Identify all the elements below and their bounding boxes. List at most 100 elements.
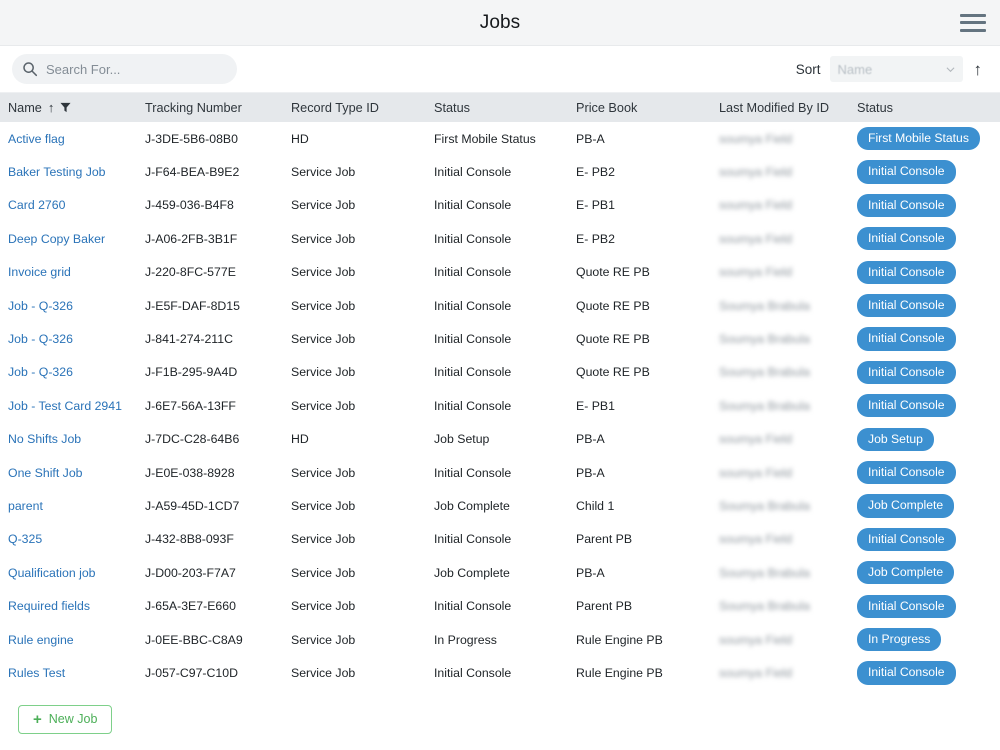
table-row[interactable]: Invoice grid J-220-8FC-577E Service Job Ini… — [0, 256, 1000, 289]
table-row[interactable]: parent J-A59-45D-1CD7 Service Job Job Compl… — [0, 489, 1000, 522]
cell-record-type-id: Service Job — [291, 298, 356, 313]
cell-record-type-id: Service Job — [291, 665, 356, 680]
toolbar: Sort Name ↑ — [0, 46, 1000, 93]
cell-last-modified-by-id: soumya Field — [719, 198, 793, 213]
job-name-link[interactable]: Deep Copy Baker — [8, 232, 105, 246]
jobs-table: Name ↑ Tracking Number Record Type ID St… — [0, 93, 1000, 688]
table-header-row: Name ↑ Tracking Number Record Type ID St… — [0, 93, 1000, 122]
job-name-link[interactable]: Job - Q-326 — [8, 365, 73, 379]
table-row[interactable]: One Shift Job J-E0E-038-8928 Service Job In… — [0, 456, 1000, 489]
cell-last-modified-by-id: soumya Field — [719, 131, 793, 146]
job-name-link[interactable]: Invoice grid — [8, 265, 71, 279]
column-header-status-badge[interactable]: Status — [857, 101, 1000, 115]
table-row[interactable]: Rule engine J-0EE-BBC-C8A9 Service Job In P… — [0, 623, 1000, 656]
column-header-record-type-id[interactable]: Record Type ID — [291, 101, 434, 115]
column-header-name[interactable]: Name ↑ — [0, 101, 145, 115]
table-body: Active flag J-3DE-5B6-08B0 HD First Mobile … — [0, 122, 1000, 688]
column-header-price-book[interactable]: Price Book — [576, 101, 719, 115]
job-name-link[interactable]: One Shift Job — [8, 466, 83, 480]
job-name-link[interactable]: No Shifts Job — [8, 432, 81, 446]
cell-last-modified-by-id: soumya Field — [719, 432, 793, 447]
column-header-tracking-number[interactable]: Tracking Number — [145, 101, 291, 115]
cell-last-modified-by-id: Soumya Brabula — [719, 599, 810, 614]
cell-status: Initial Console — [434, 332, 512, 347]
status-badge: Initial Console — [857, 227, 956, 251]
table-row[interactable]: Deep Copy Baker J-A06-2FB-3B1F Service Job… — [0, 222, 1000, 255]
status-badge: Initial Console — [857, 260, 956, 284]
cell-status-badge: Initial Console — [857, 227, 1000, 251]
new-job-button-label: New Job — [48, 712, 98, 726]
column-header-last-modified-by-id[interactable]: Last Modified By ID — [719, 101, 857, 115]
job-name-link[interactable]: Job - Test Card 2941 — [8, 399, 122, 413]
job-name-link[interactable]: Job - Q-326 — [8, 332, 73, 346]
cell-name: Qualification job — [0, 566, 145, 580]
table-row[interactable]: Rules Test J-057-C97-C10D Service Job Initi… — [0, 656, 1000, 688]
cell-price-book: Quote RE PB — [576, 332, 650, 347]
job-name-link[interactable]: Active flag — [8, 132, 65, 146]
cell-last-modified-by-id: Soumya Brabula — [719, 365, 810, 380]
arrow-up-icon[interactable]: ↑ — [48, 101, 55, 114]
cell-status: Initial Console — [434, 465, 512, 480]
cell-tracking-number: J-E5F-DAF-8D15 — [145, 298, 240, 313]
job-name-link[interactable]: Required fields — [8, 599, 90, 613]
cell-name: Card 2760 — [0, 198, 145, 212]
cell-status-badge: Initial Console — [857, 160, 1000, 184]
cell-price-book: Quote RE PB — [576, 298, 650, 313]
filter-funnel-icon[interactable] — [60, 102, 71, 113]
cell-tracking-number: J-A59-45D-1CD7 — [145, 498, 240, 513]
table-row[interactable]: Qualification job J-D00-203-F7A7 Service J… — [0, 556, 1000, 589]
table-row[interactable]: Job - Test Card 2941 J-6E7-56A-13FF Servic… — [0, 389, 1000, 422]
cell-last-modified-by-id: soumya Field — [719, 632, 793, 647]
status-badge: Initial Console — [857, 193, 956, 218]
table-row[interactable]: Active flag J-3DE-5B6-08B0 HD First Mobile … — [0, 122, 1000, 155]
cell-tracking-number: J-D00-203-F7A7 — [145, 565, 236, 580]
cell-status-badge: Job Setup — [857, 427, 1000, 451]
status-badge: First Mobile Status — [857, 127, 980, 151]
cell-price-book: E- PB2 — [576, 165, 615, 180]
cell-last-modified-by-id: Soumya Brabula — [719, 565, 810, 580]
job-name-link[interactable]: Rule engine — [8, 633, 74, 647]
status-badge: Initial Console — [857, 527, 956, 551]
job-name-link[interactable]: Card 2760 — [8, 198, 65, 212]
table-row[interactable]: Required fields J-65A-3E7-E660 Service Job… — [0, 589, 1000, 622]
job-name-link[interactable]: Q-325 — [8, 532, 42, 546]
table-row[interactable]: Job - Q-326 J-F1B-295-9A4D Service Job Init… — [0, 356, 1000, 389]
job-name-link[interactable]: Job - Q-326 — [8, 299, 73, 313]
hamburger-menu-icon[interactable] — [960, 13, 986, 33]
cell-name: One Shift Job — [0, 466, 145, 480]
table-row[interactable]: Job - Q-326 J-841-274-211C Service Job Init… — [0, 322, 1000, 355]
sort-select[interactable]: Name — [829, 56, 963, 82]
table-row[interactable]: Card 2760 J-459-036-B4F8 Service Job Initia… — [0, 189, 1000, 222]
cell-last-modified-by-id: Soumya Brabula — [719, 498, 810, 513]
cell-status-badge: Initial Console — [857, 594, 1000, 618]
job-name-link[interactable]: Baker Testing Job — [8, 165, 106, 179]
cell-price-book: Rule Engine PB — [576, 665, 663, 680]
table-row[interactable]: No Shifts Job J-7DC-C28-64B6 HD Job Setup PB… — [0, 423, 1000, 456]
sort-label: Sort — [795, 61, 821, 77]
search-input[interactable] — [46, 61, 227, 77]
sort-direction-button[interactable]: ↑ — [972, 61, 985, 78]
job-name-link[interactable]: parent — [8, 499, 43, 513]
cell-price-book: E- PB1 — [576, 198, 615, 213]
cell-price-book: Parent PB — [576, 532, 633, 547]
cell-price-book: Parent PB — [576, 599, 633, 614]
cell-name: No Shifts Job — [0, 432, 145, 446]
job-name-link[interactable]: Qualification job — [8, 566, 96, 580]
footer: + New Job — [0, 688, 1000, 750]
cell-name: Required fields — [0, 599, 145, 613]
column-header-status[interactable]: Status — [434, 101, 576, 115]
cell-status-badge: Initial Console — [857, 527, 1000, 551]
cell-price-book: PB-A — [576, 565, 605, 580]
cell-tracking-number: J-A06-2FB-3B1F — [145, 231, 238, 246]
cell-price-book: E- PB1 — [576, 398, 615, 413]
new-job-button[interactable]: + New Job — [18, 704, 113, 734]
cell-status-badge: Job Complete — [857, 561, 1000, 585]
table-row[interactable]: Q-325 J-432-8B8-093F Service Job Initial Co… — [0, 523, 1000, 556]
search-box[interactable] — [12, 54, 237, 84]
cell-last-modified-by-id: soumya Field — [719, 265, 793, 280]
cell-name: Rules Test — [0, 666, 145, 680]
table-row[interactable]: Job - Q-326 J-E5F-DAF-8D15 Service Job Init… — [0, 289, 1000, 322]
job-name-link[interactable]: Rules Test — [8, 666, 65, 680]
status-badge: Initial Console — [857, 661, 956, 685]
table-row[interactable]: Baker Testing Job J-F64-BEA-B9E2 Service J… — [0, 155, 1000, 188]
